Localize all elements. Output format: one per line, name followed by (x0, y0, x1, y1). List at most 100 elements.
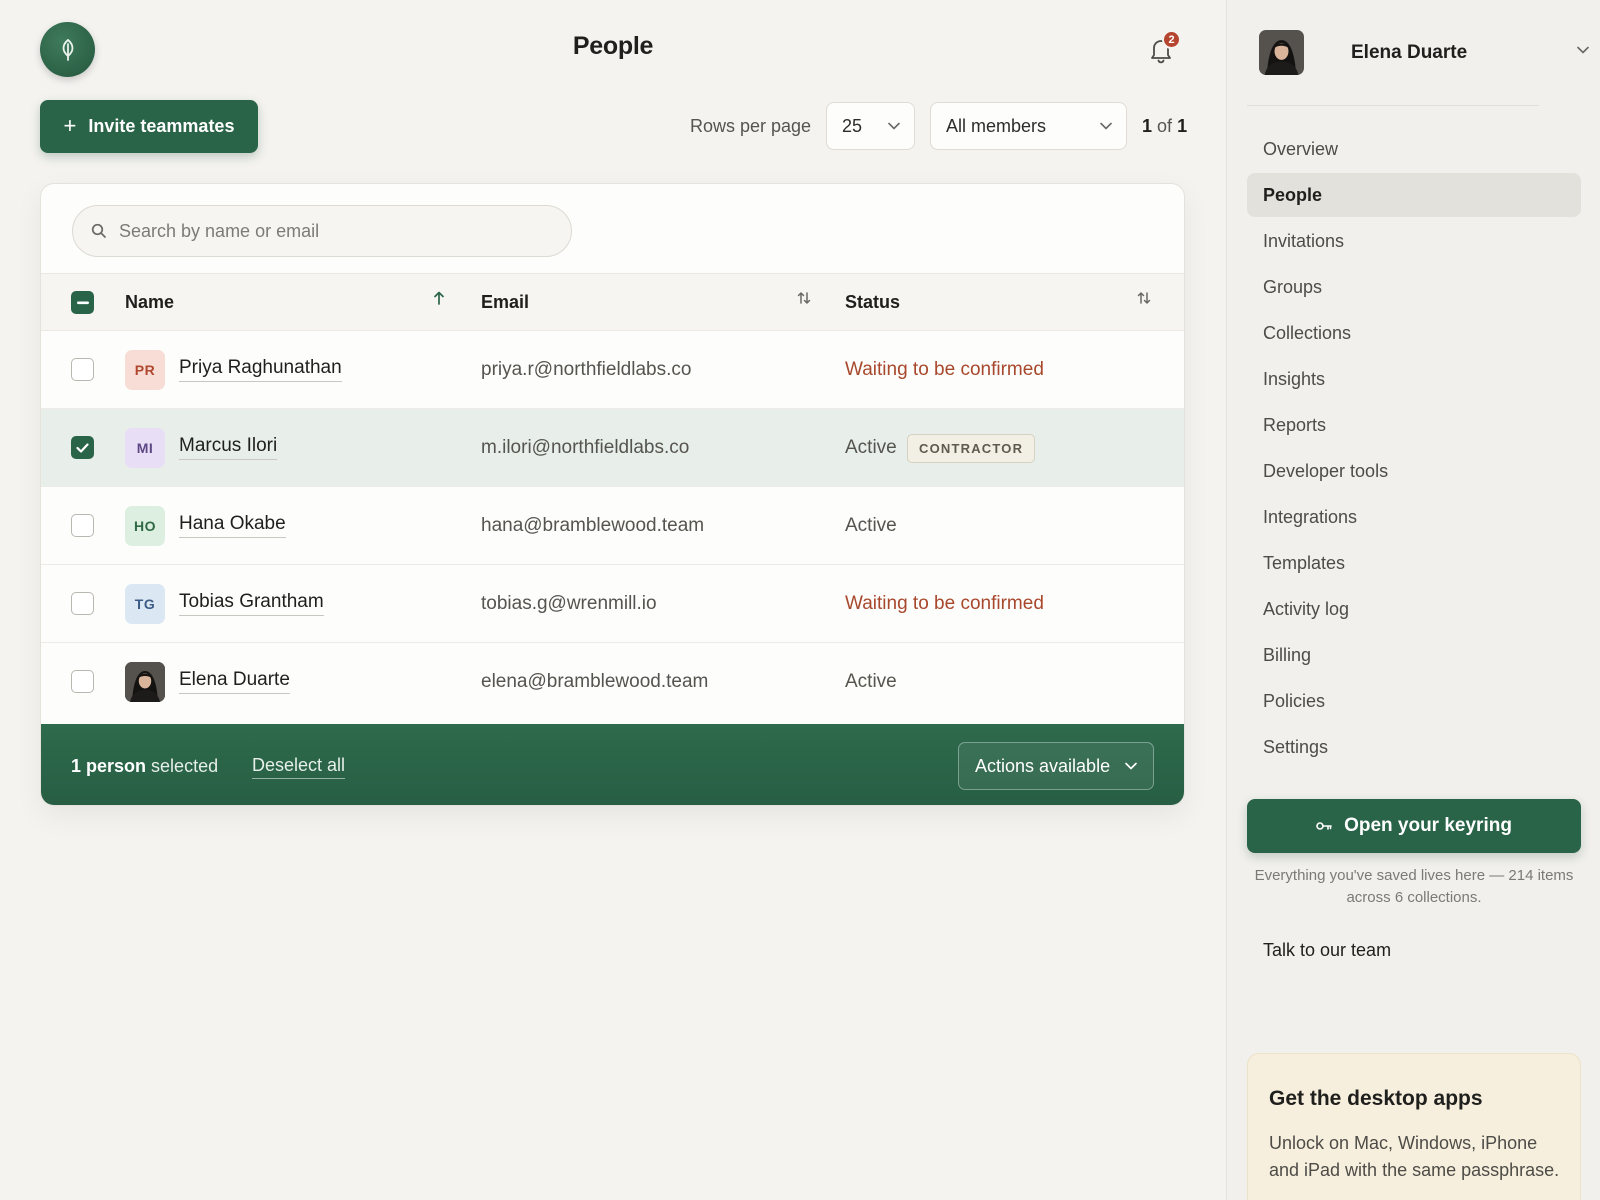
sidebar-item-integrations[interactable]: Integrations (1247, 495, 1581, 539)
pager-current: 1 (1142, 116, 1153, 136)
select-all-checkbox[interactable] (71, 291, 94, 314)
person-photo (125, 662, 165, 702)
selection-count: 1 person selected (71, 756, 218, 777)
row-checkbox[interactable] (71, 670, 94, 693)
person-email: tobias.g@wrenmill.io (481, 593, 657, 614)
sidebar-item-activity-log[interactable]: Activity log (1247, 587, 1581, 631)
selection-count-bold: 1 person (71, 756, 147, 776)
keyring-description: Everything you've saved lives here — 214… (1254, 867, 1574, 906)
chevron-down-icon (1125, 762, 1137, 770)
person-email: elena@bramblewood.team (481, 671, 709, 692)
sidebar-item-invitations[interactable]: Invitations (1247, 219, 1581, 263)
sort-arrows-icon[interactable] (1136, 290, 1152, 306)
deselect-all-button[interactable]: Deselect all (252, 755, 346, 779)
role-badge: CONTRACTOR (907, 434, 1036, 463)
rows-per-page-select[interactable]: 25 (826, 102, 915, 150)
status-text: Active (845, 671, 897, 692)
table-row[interactable]: HO Hana Okabe hana@bramblewood.team Acti… (41, 487, 1184, 565)
sort-arrows-icon[interactable] (796, 290, 812, 306)
sidebar: Elena Duarte Overview People Invitations… (1226, 0, 1600, 1200)
checkmark-icon (76, 442, 89, 453)
row-checkbox[interactable] (71, 436, 94, 459)
status-text: Active (845, 437, 897, 458)
search-box[interactable] (72, 205, 572, 257)
sidebar-item-reports[interactable]: Reports (1247, 403, 1581, 447)
user-photo (1259, 30, 1304, 75)
chevron-down-icon (1577, 46, 1589, 54)
sidebar-item-billing[interactable]: Billing (1247, 633, 1581, 677)
person-email: priya.r@northfieldlabs.co (481, 359, 692, 380)
table-row[interactable]: PR Priya Raghunathan priya.r@northfieldl… (41, 331, 1184, 409)
column-header-status[interactable]: Status (845, 292, 900, 313)
desktop-apps-title: Get the desktop apps (1269, 1087, 1483, 1110)
person-name-link[interactable]: Elena Duarte (179, 669, 290, 694)
member-filter-value: All members (946, 115, 1047, 136)
rows-per-page-value: 25 (842, 115, 863, 136)
row-checkbox[interactable] (71, 358, 94, 381)
status-text: Waiting to be confirmed (845, 593, 1044, 614)
person-name-link[interactable]: Priya Raghunathan (179, 357, 342, 382)
avatar (125, 662, 165, 702)
column-header-name[interactable]: Name (125, 292, 174, 313)
actions-dropdown-button[interactable]: Actions available (958, 742, 1154, 790)
key-icon (1316, 822, 1332, 830)
avatar: PR (125, 350, 165, 390)
sidebar-item-templates[interactable]: Templates (1247, 541, 1581, 585)
selection-count-rest: selected (151, 756, 219, 776)
avatar: HO (125, 506, 165, 546)
person-name-link[interactable]: Hana Okabe (179, 513, 286, 538)
desktop-apps-text: Unlock on Mac, Windows, iPhone and iPad … (1269, 1133, 1560, 1180)
sidebar-item-developer-tools[interactable]: Developer tools (1247, 449, 1581, 493)
sidebar-item-people[interactable]: People (1247, 173, 1581, 217)
sidebar-item-policies[interactable]: Policies (1247, 679, 1581, 723)
invite-button-label: Invite teammates (88, 116, 235, 136)
sidebar-item-settings[interactable]: Settings (1247, 725, 1581, 769)
sidebar-nav: Overview People Invitations Groups Colle… (1247, 127, 1581, 771)
chevron-down-icon (888, 122, 900, 130)
avatar: TG (125, 584, 165, 624)
talk-to-team-link[interactable]: Talk to our team (1263, 940, 1391, 961)
main-content: People 2 + Invite teammates Rows per pag… (0, 0, 1226, 1200)
row-checkbox[interactable] (71, 514, 94, 537)
user-name: Elena Duarte (1351, 42, 1468, 63)
table-row[interactable]: Elena Duarte elena@bramblewood.team Acti… (41, 643, 1184, 721)
status-text: Active (845, 515, 897, 536)
minus-icon (76, 301, 89, 304)
table-header: Name Email Status (41, 273, 1184, 331)
sort-ascending-icon[interactable] (433, 290, 445, 306)
sidebar-divider (1247, 105, 1539, 106)
pager-of: of (1157, 116, 1173, 136)
person-name-link[interactable]: Marcus Ilori (179, 435, 278, 460)
avatar: MI (125, 428, 165, 468)
keyring-button-label: Open your keyring (1344, 815, 1512, 836)
status-text: Waiting to be confirmed (845, 359, 1044, 380)
search-icon (91, 223, 106, 238)
desktop-apps-card[interactable]: Get the desktop apps Unlock on Mac, Wind… (1247, 1053, 1581, 1200)
invite-teammates-button[interactable]: + Invite teammates (40, 100, 258, 153)
page-title: People (572, 32, 654, 60)
chevron-down-icon (1100, 122, 1112, 130)
table-row[interactable]: TG Tobias Grantham tobias.g@wrenmill.io … (41, 565, 1184, 643)
sidebar-item-collections[interactable]: Collections (1247, 311, 1581, 355)
pagination-indicator: 1 of 1 (1142, 116, 1187, 137)
row-checkbox[interactable] (71, 592, 94, 615)
actions-label: Actions available (975, 755, 1111, 776)
rows-per-page-label: Rows per page (690, 116, 812, 136)
account-switcher[interactable]: Elena Duarte (1259, 30, 1589, 75)
person-email: hana@bramblewood.team (481, 515, 705, 536)
search-input[interactable] (119, 220, 539, 242)
table-row[interactable]: MI Marcus Ilori m.ilori@northfieldlabs.c… (41, 409, 1184, 487)
sidebar-item-groups[interactable]: Groups (1247, 265, 1581, 309)
open-keyring-button[interactable]: Open your keyring (1247, 799, 1581, 853)
plus-icon: + (63, 112, 77, 138)
bulk-action-bar: 1 person selected Deselect all Actions a… (41, 724, 1184, 805)
sidebar-item-overview[interactable]: Overview (1247, 127, 1581, 171)
pager-total: 1 (1177, 116, 1188, 136)
sidebar-item-insights[interactable]: Insights (1247, 357, 1581, 401)
notification-badge: 2 (1162, 30, 1181, 49)
people-table-card: Name Email Status PR Priya Raghunathan p… (40, 183, 1185, 806)
member-filter-select[interactable]: All members (930, 102, 1127, 150)
avatar (1259, 30, 1304, 75)
column-header-email[interactable]: Email (481, 292, 529, 313)
person-name-link[interactable]: Tobias Grantham (179, 591, 324, 616)
